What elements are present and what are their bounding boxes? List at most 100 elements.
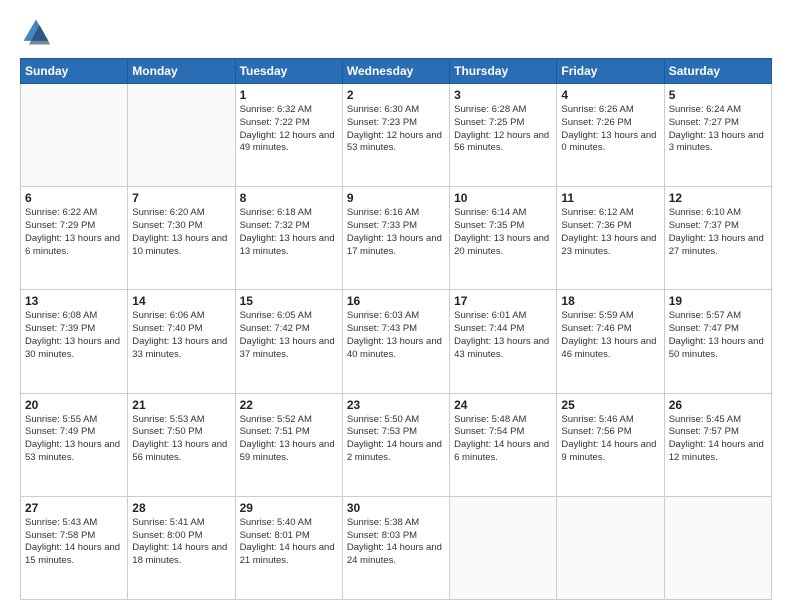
calendar-row: 6 Sunrise: 6:22 AM Sunset: 7:29 PM Daylig… [21, 187, 772, 290]
day-info: Sunrise: 6:12 AM Sunset: 7:36 PM Dayligh… [561, 207, 659, 258]
day-info: Sunrise: 6:05 AM Sunset: 7:42 PM Dayligh… [240, 310, 338, 361]
calendar-cell: 23 Sunrise: 5:50 AM Sunset: 7:53 PM Dayli… [342, 393, 449, 496]
calendar-cell: 2 Sunrise: 6:30 AM Sunset: 7:23 PM Daylig… [342, 84, 449, 187]
calendar-cell: 9 Sunrise: 6:16 AM Sunset: 7:33 PM Daylig… [342, 187, 449, 290]
calendar-cell: 6 Sunrise: 6:22 AM Sunset: 7:29 PM Daylig… [21, 187, 128, 290]
day-info: Sunrise: 5:59 AM Sunset: 7:46 PM Dayligh… [561, 310, 659, 361]
calendar-cell: 27Sunrise: 5:43 AM Sunset: 7:58 PM Dayli… [21, 496, 128, 599]
weekday-header-cell: Monday [128, 59, 235, 84]
day-info: Sunrise: 6:03 AM Sunset: 7:43 PM Dayligh… [347, 310, 445, 361]
day-info: Sunrise: 5:50 AM Sunset: 7:53 PM Dayligh… [347, 414, 445, 465]
day-number: 28 [132, 501, 230, 515]
weekday-header-cell: Sunday [21, 59, 128, 84]
day-info: Sunrise: 5:38 AM Sunset: 8:03 PM Dayligh… [347, 517, 445, 568]
calendar-cell: 25 Sunrise: 5:46 AM Sunset: 7:56 PM Dayli… [557, 393, 664, 496]
day-info: Sunrise: 6:28 AM Sunset: 7:25 PM Dayligh… [454, 104, 552, 155]
calendar-cell: 15Sunrise: 6:05 AM Sunset: 7:42 PM Dayli… [235, 290, 342, 393]
day-number: 18 [561, 294, 659, 308]
day-number: 9 [347, 191, 445, 205]
day-number: 5 [669, 88, 767, 102]
calendar-cell: 5 Sunrise: 6:24 AM Sunset: 7:27 PM Daylig… [664, 84, 771, 187]
day-number: 30 [347, 501, 445, 515]
weekday-header-cell: Wednesday [342, 59, 449, 84]
calendar-cell: 8 Sunrise: 6:18 AM Sunset: 7:32 PM Daylig… [235, 187, 342, 290]
day-info: Sunrise: 6:20 AM Sunset: 7:30 PM Dayligh… [132, 207, 230, 258]
day-info: Sunrise: 6:18 AM Sunset: 7:32 PM Dayligh… [240, 207, 338, 258]
day-number: 26 [669, 398, 767, 412]
calendar-cell: 14 Sunrise: 6:06 AM Sunset: 7:40 PM Dayli… [128, 290, 235, 393]
day-info: Sunrise: 6:24 AM Sunset: 7:27 PM Dayligh… [669, 104, 767, 155]
calendar-cell: 3 Sunrise: 6:28 AM Sunset: 7:25 PM Daylig… [450, 84, 557, 187]
day-number: 1 [240, 88, 338, 102]
day-info: Sunrise: 6:06 AM Sunset: 7:40 PM Dayligh… [132, 310, 230, 361]
day-number: 21 [132, 398, 230, 412]
day-info: Sunrise: 6:26 AM Sunset: 7:26 PM Dayligh… [561, 104, 659, 155]
calendar-cell: 30 Sunrise: 5:38 AM Sunset: 8:03 PM Dayli… [342, 496, 449, 599]
calendar-cell: 12 Sunrise: 6:10 AM Sunset: 7:37 PM Dayli… [664, 187, 771, 290]
calendar-cell: 22 Sunrise: 5:52 AM Sunset: 7:51 PM Dayli… [235, 393, 342, 496]
page: SundayMondayTuesdayWednesdayThursdayFrid… [0, 0, 792, 612]
calendar-row: 1Sunrise: 6:32 AM Sunset: 7:22 PM Daylig… [21, 84, 772, 187]
weekday-header-row: SundayMondayTuesdayWednesdayThursdayFrid… [21, 59, 772, 84]
calendar-body: 1Sunrise: 6:32 AM Sunset: 7:22 PM Daylig… [21, 84, 772, 600]
calendar-cell: 13Sunrise: 6:08 AM Sunset: 7:39 PM Dayli… [21, 290, 128, 393]
weekday-header-cell: Tuesday [235, 59, 342, 84]
day-number: 22 [240, 398, 338, 412]
calendar-cell: 28Sunrise: 5:41 AM Sunset: 8:00 PM Dayli… [128, 496, 235, 599]
calendar-cell: 16 Sunrise: 6:03 AM Sunset: 7:43 PM Dayli… [342, 290, 449, 393]
calendar-cell [557, 496, 664, 599]
calendar-cell: 20Sunrise: 5:55 AM Sunset: 7:49 PM Dayli… [21, 393, 128, 496]
day-info: Sunrise: 5:43 AM Sunset: 7:58 PM Dayligh… [25, 517, 123, 568]
calendar-cell: 21 Sunrise: 5:53 AM Sunset: 7:50 PM Dayli… [128, 393, 235, 496]
day-info: Sunrise: 5:52 AM Sunset: 7:51 PM Dayligh… [240, 414, 338, 465]
calendar-cell [664, 496, 771, 599]
calendar-cell [128, 84, 235, 187]
day-info: Sunrise: 6:10 AM Sunset: 7:37 PM Dayligh… [669, 207, 767, 258]
calendar-cell: 4 Sunrise: 6:26 AM Sunset: 7:26 PM Daylig… [557, 84, 664, 187]
calendar-cell: 17Sunrise: 6:01 AM Sunset: 7:44 PM Dayli… [450, 290, 557, 393]
day-info: Sunrise: 5:46 AM Sunset: 7:56 PM Dayligh… [561, 414, 659, 465]
day-info: Sunrise: 5:48 AM Sunset: 7:54 PM Dayligh… [454, 414, 552, 465]
day-info: Sunrise: 6:14 AM Sunset: 7:35 PM Dayligh… [454, 207, 552, 258]
day-number: 17 [454, 294, 552, 308]
day-info: Sunrise: 6:22 AM Sunset: 7:29 PM Dayligh… [25, 207, 123, 258]
day-number: 4 [561, 88, 659, 102]
day-number: 8 [240, 191, 338, 205]
day-number: 19 [669, 294, 767, 308]
logo-icon [20, 16, 52, 48]
calendar-row: 13Sunrise: 6:08 AM Sunset: 7:39 PM Dayli… [21, 290, 772, 393]
day-number: 10 [454, 191, 552, 205]
calendar-cell: 26Sunrise: 5:45 AM Sunset: 7:57 PM Dayli… [664, 393, 771, 496]
day-number: 12 [669, 191, 767, 205]
day-number: 3 [454, 88, 552, 102]
weekday-header-cell: Friday [557, 59, 664, 84]
day-number: 16 [347, 294, 445, 308]
calendar-cell [21, 84, 128, 187]
day-number: 14 [132, 294, 230, 308]
day-number: 2 [347, 88, 445, 102]
calendar-row: 20Sunrise: 5:55 AM Sunset: 7:49 PM Dayli… [21, 393, 772, 496]
calendar-cell [450, 496, 557, 599]
day-number: 6 [25, 191, 123, 205]
weekday-header-cell: Thursday [450, 59, 557, 84]
weekday-header-cell: Saturday [664, 59, 771, 84]
day-info: Sunrise: 6:08 AM Sunset: 7:39 PM Dayligh… [25, 310, 123, 361]
day-number: 25 [561, 398, 659, 412]
calendar-cell: 18 Sunrise: 5:59 AM Sunset: 7:46 PM Dayli… [557, 290, 664, 393]
day-number: 23 [347, 398, 445, 412]
day-number: 29 [240, 501, 338, 515]
day-info: Sunrise: 6:30 AM Sunset: 7:23 PM Dayligh… [347, 104, 445, 155]
header [20, 16, 772, 48]
day-info: Sunrise: 5:53 AM Sunset: 7:50 PM Dayligh… [132, 414, 230, 465]
calendar-cell: 24Sunrise: 5:48 AM Sunset: 7:54 PM Dayli… [450, 393, 557, 496]
calendar-cell: 1Sunrise: 6:32 AM Sunset: 7:22 PM Daylig… [235, 84, 342, 187]
calendar-cell: 29Sunrise: 5:40 AM Sunset: 8:01 PM Dayli… [235, 496, 342, 599]
calendar: SundayMondayTuesdayWednesdayThursdayFrid… [20, 58, 772, 600]
calendar-cell: 7 Sunrise: 6:20 AM Sunset: 7:30 PM Daylig… [128, 187, 235, 290]
calendar-cell: 19 Sunrise: 5:57 AM Sunset: 7:47 PM Dayli… [664, 290, 771, 393]
calendar-cell: 10 Sunrise: 6:14 AM Sunset: 7:35 PM Dayli… [450, 187, 557, 290]
day-number: 7 [132, 191, 230, 205]
calendar-row: 27Sunrise: 5:43 AM Sunset: 7:58 PM Dayli… [21, 496, 772, 599]
day-info: Sunrise: 6:16 AM Sunset: 7:33 PM Dayligh… [347, 207, 445, 258]
day-info: Sunrise: 5:57 AM Sunset: 7:47 PM Dayligh… [669, 310, 767, 361]
